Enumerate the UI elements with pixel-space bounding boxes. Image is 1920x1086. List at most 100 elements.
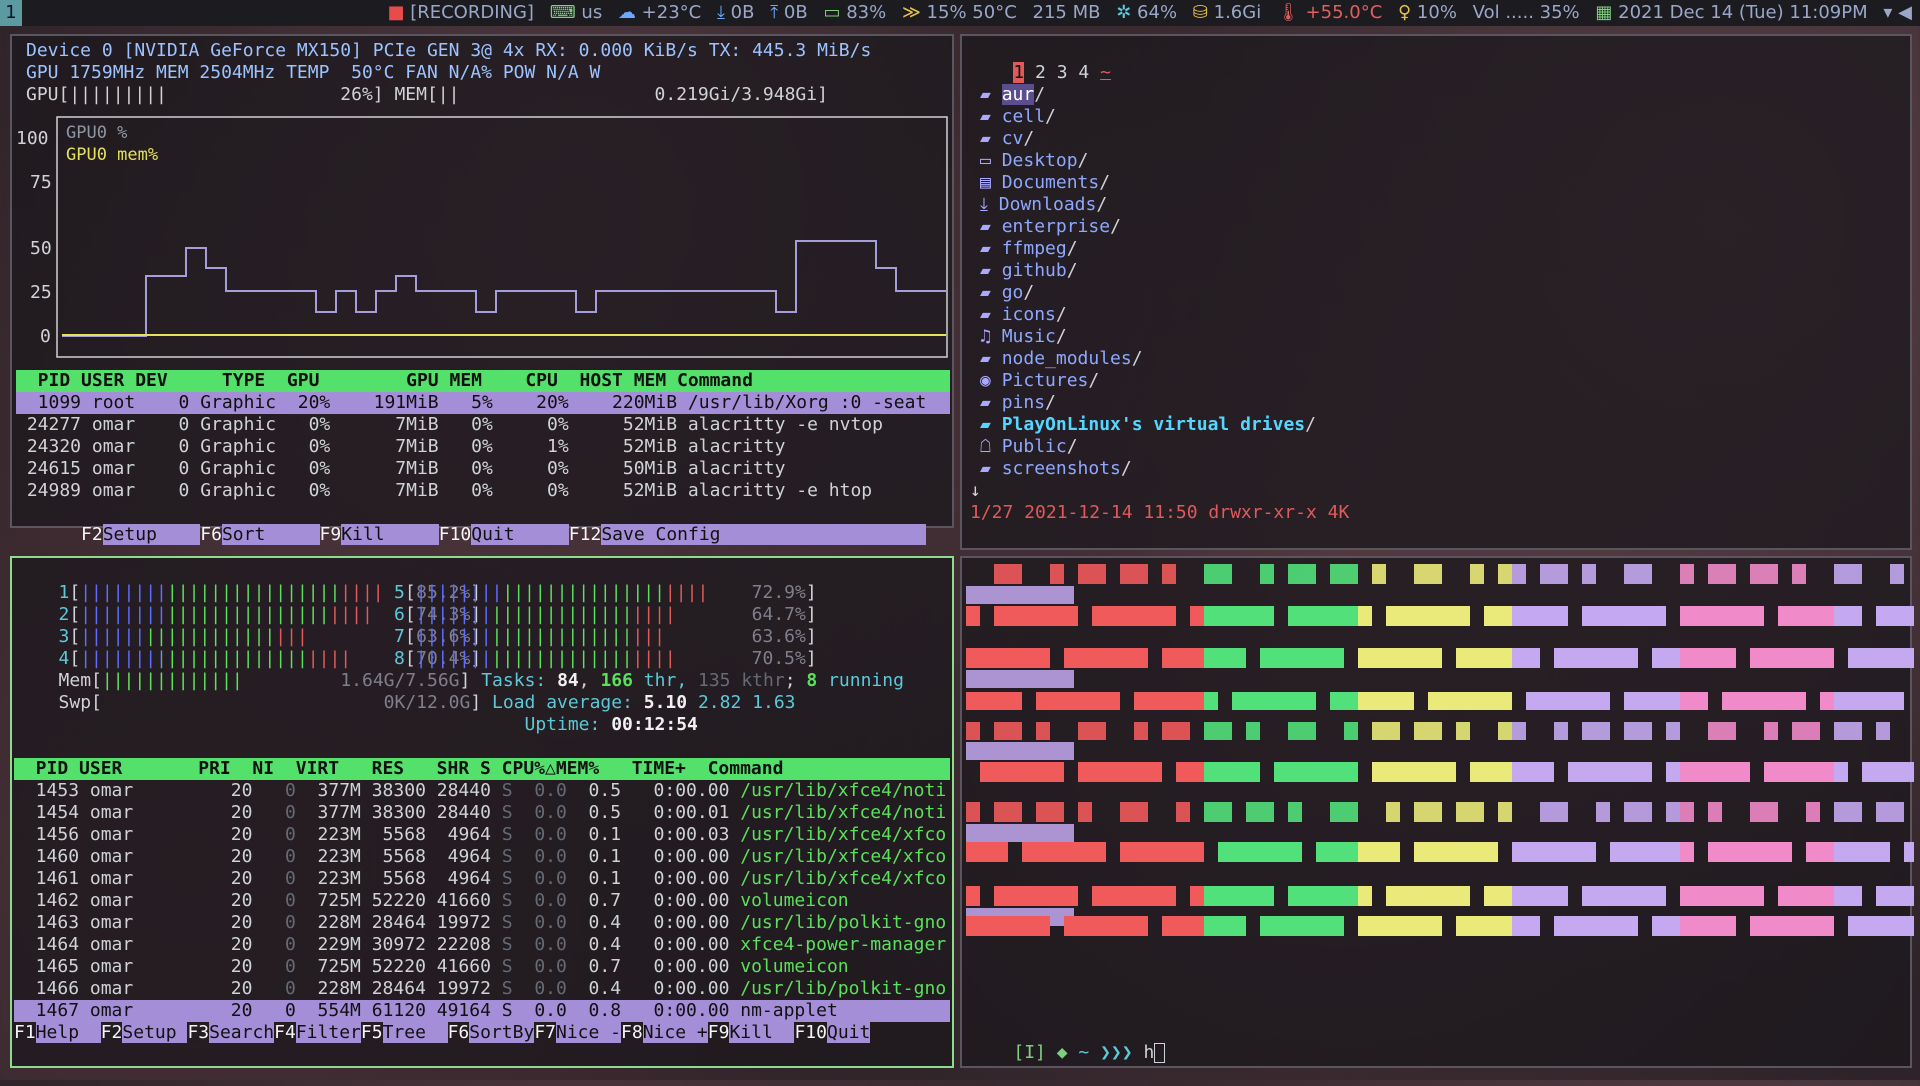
recording-label[interactable]: [RECORDING] [410,2,534,23]
tasks-label: Tasks: [481,670,558,691]
table-row[interactable]: 1461 omar 20 0 223M 5568 4964 S 0.0 0.1 … [14,868,950,890]
fkey-f8[interactable]: F8 [621,1022,643,1043]
table-row[interactable]: 1464 omar 20 0 229M 30972 22208 S 0.0 0.… [14,934,950,956]
volume-value[interactable]: Vol ..... 35% [1473,2,1580,23]
nvtop-table-header[interactable]: PID USER DEV TYPE GPU GPU MEM CPU HOST M… [16,370,950,392]
fkey-kill[interactable]: Kill [341,524,439,545]
table-row[interactable]: 1460 omar 20 0 223M 5568 4964 S 0.0 0.1 … [14,846,950,868]
wifi-icon[interactable]: ▾ [1883,2,1892,23]
color-block [1428,802,1442,822]
table-row[interactable]: 1099 root 0 Graphic 20% 191MiB 5% 20% 22… [16,392,950,414]
fkey-label[interactable]: Tree [382,1022,448,1043]
color-block [1596,802,1610,822]
file-entry[interactable]: ▰ icons/ [980,304,1316,326]
fkey-f4[interactable]: F4 [274,1022,296,1043]
cpu-bar: ||||||||||||||||||||||||||| [415,582,709,603]
file-entry[interactable]: ▰ cell/ [980,106,1316,128]
color-block [1288,916,1302,936]
tab-3[interactable]: 3 [1057,62,1068,83]
fkey-f2[interactable]: F2 [101,1022,123,1043]
color-block [1176,762,1190,782]
file-entry[interactable]: ▰ ffmpeg/ [980,238,1316,260]
color-block [966,648,980,668]
table-row[interactable]: 24615 omar 0 Graphic 0% 7MiB 0% 0% 50MiB… [16,458,950,480]
file-entry[interactable]: ▰ PlayOnLinux's virtual drives/ [980,414,1316,436]
fkey-label[interactable]: Filter [295,1022,361,1043]
fkey-f9[interactable]: F9 [320,524,342,545]
table-row[interactable]: 24989 omar 0 Graphic 0% 7MiB 0% 0% 52MiB… [16,480,950,502]
fkey-save-config[interactable]: Save Config [601,524,927,545]
fkey-f10[interactable]: F10 [794,1022,827,1043]
fkey-f7[interactable]: F7 [534,1022,556,1043]
file-entry[interactable]: ▰ pins/ [980,392,1316,414]
htop-panel[interactable]: 1[|||||||||||||||||||||||||||| 85.2%] 2[… [10,556,954,1068]
file-entry[interactable]: ▰ go/ [980,282,1316,304]
file-manager-panel[interactable]: 1 2 3 4 ~ ▰ aur/▰ cell/▰ cv/▭ Desktop/▤ … [960,34,1912,550]
htop-table-header[interactable]: PID USER PRI NI VIRT RES SHR S CPU%△MEM%… [14,758,950,780]
fkey-f6[interactable]: F6 [200,524,222,545]
fkey-f12[interactable]: F12 [569,524,602,545]
color-block [1568,648,1582,668]
color-test-panel[interactable]: [I] ◆ ~ ❯❯❯ h [960,556,1914,1068]
file-entry[interactable]: ▰ cv/ [980,128,1316,150]
fkey-f6[interactable]: F6 [448,1022,470,1043]
path-separator: / [1023,128,1035,149]
table-row[interactable]: 1467 omar 20 0 554M 61120 49164 S 0.0 0.… [14,1000,950,1022]
table-row[interactable]: 1456 omar 20 0 223M 5568 4964 S 0.0 0.1 … [14,824,950,846]
color-block [1316,762,1330,782]
fkey-label[interactable]: Setup [122,1022,188,1043]
color-block [1316,886,1330,906]
fkey-f10[interactable]: F10 [439,524,472,545]
speaker-icon[interactable]: ◀ [1898,2,1912,23]
fkey-f2[interactable]: F2 [81,524,103,545]
file-entry[interactable]: ▤ Documents/ [980,172,1316,194]
table-row[interactable]: 1453 omar 20 0 377M 38300 28440 S 0.0 0.… [14,780,950,802]
file-entry[interactable]: ▭ Desktop/ [980,150,1316,172]
tab-2[interactable]: 2 [1035,62,1046,83]
color-block [1288,606,1302,626]
table-row[interactable]: 24320 omar 0 Graphic 0% 7MiB 0% 1% 52MiB… [16,436,950,458]
file-entry[interactable]: ☖ Public/ [980,436,1316,458]
file-entry[interactable]: ▰ aur/ [980,84,1316,106]
table-row[interactable]: 1462 omar 20 0 725M 52220 41660 S 0.0 0.… [14,890,950,912]
file-entry[interactable]: ▰ screenshots/ [980,458,1316,480]
shell-prompt[interactable]: [I] ◆ ~ ❯❯❯ h [970,1020,1166,1063]
tab-home[interactable]: ~ [1100,62,1111,83]
file-entry[interactable]: ◉ Pictures/ [980,370,1316,392]
table-row[interactable]: 1466 omar 20 0 228M 28464 19972 S 0.0 0.… [14,978,950,1000]
nvtop-panel[interactable]: Device 0 [NVIDIA GeForce MX150] PCIe GEN… [10,34,954,545]
fkey-f1[interactable]: F1 [14,1022,36,1043]
fkey-label[interactable]: SortBy [469,1022,535,1043]
table-row[interactable]: 1454 omar 20 0 377M 38300 28440 S 0.0 0.… [14,802,950,824]
fkey-label[interactable]: Nice + [642,1022,708,1043]
table-row[interactable]: 24277 omar 0 Graphic 0% 7MiB 0% 0% 52MiB… [16,414,950,436]
fkey-sort[interactable]: Sort [221,524,320,545]
datetime[interactable]: 2021 Dec 14 (Tue) 11:09PM [1618,2,1867,23]
fkey-f3[interactable]: F3 [187,1022,209,1043]
fkey-f5[interactable]: F5 [361,1022,383,1043]
fkey-label[interactable]: Nice - [556,1022,622,1043]
table-row[interactable]: 1463 omar 20 0 228M 28464 19972 S 0.0 0.… [14,912,950,934]
fkey-label[interactable]: Kill [729,1022,795,1043]
workspace-indicator[interactable]: 1 [0,0,22,26]
tab-1[interactable]: 1 [1013,62,1025,83]
file-entry[interactable]: ▰ enterprise/ [980,216,1316,238]
table-row[interactable]: 1465 omar 20 0 725M 52220 41660 S 0.0 0.… [14,956,950,978]
fkey-label[interactable]: Search [209,1022,275,1043]
shell-input[interactable]: h [1143,1042,1154,1063]
color-block [1260,648,1274,668]
fkey-label[interactable]: Help [35,1022,101,1043]
fkey-setup[interactable]: Setup [102,524,201,545]
tab-4[interactable]: 4 [1078,62,1089,83]
file-entry[interactable]: ♫ Music/ [980,326,1316,348]
file-entry[interactable]: ⤓ Downloads/ [980,194,1316,216]
fkey-label[interactable]: Quit [826,1022,871,1043]
fkey-quit[interactable]: Quit [471,524,569,545]
keyboard-layout[interactable]: us [581,2,602,23]
color-block [1512,762,1526,782]
color-block [1456,842,1470,862]
file-entry[interactable]: ▰ node_modules/ [980,348,1316,370]
file-entry[interactable]: ▰ github/ [980,260,1316,282]
color-block [1848,648,1862,668]
fkey-f9[interactable]: F9 [708,1022,730,1043]
